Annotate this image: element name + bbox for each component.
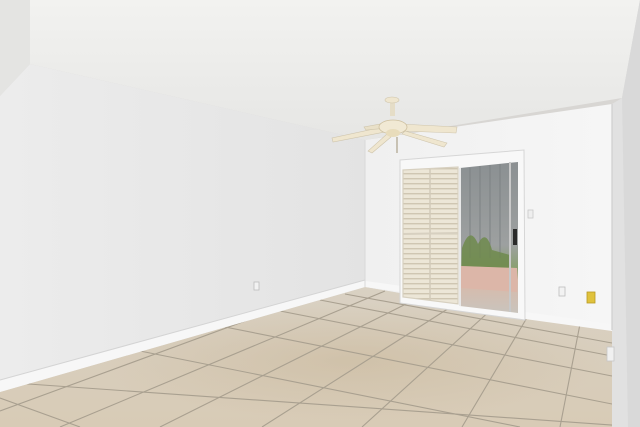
door-handle — [513, 229, 517, 245]
wall-outlet-back — [558, 286, 566, 297]
room-illustration — [0, 0, 640, 427]
room-photo — [0, 0, 640, 427]
wall-outlet-yellow — [586, 291, 596, 304]
exterior-patio — [461, 266, 517, 292]
wall-outlet-left — [253, 281, 260, 291]
light-switch — [527, 209, 534, 219]
wall-vent — [606, 346, 615, 362]
